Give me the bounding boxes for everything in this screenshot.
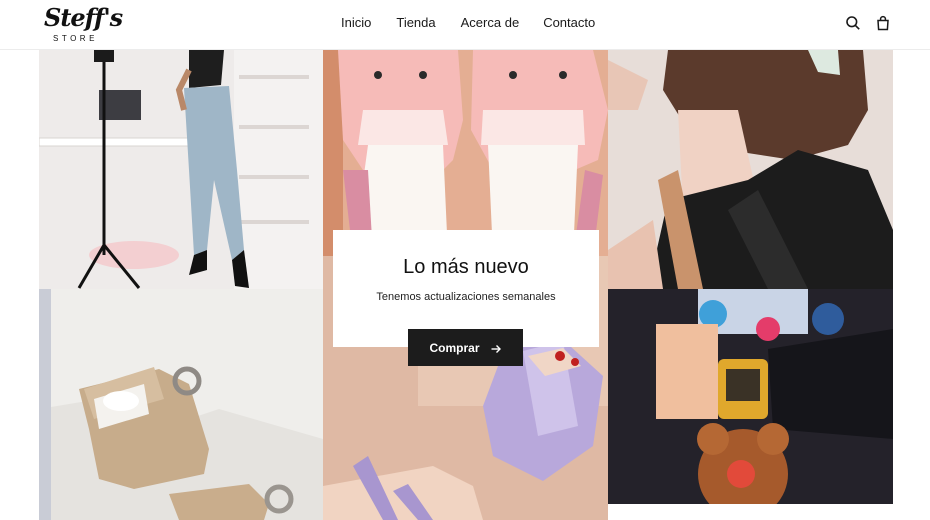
bag-icon[interactable] [875,15,891,31]
store-logo[interactable]: Steff's STORE [44,3,123,45]
site-header: Steff's STORE Inicio Tienda Acerca de Co… [0,0,930,50]
shop-button[interactable]: Comprar [408,329,523,366]
collection-image-hair-clip[interactable] [608,50,893,289]
main-nav: Inicio Tienda Acerca de Contacto [341,15,595,31]
nav-link-acerca-de[interactable]: Acerca de [461,15,520,31]
collection-image-slippers[interactable] [323,50,608,256]
arrow-right-icon [490,342,502,354]
collection-image-airpods-case[interactable] [39,289,323,520]
nav-link-tienda[interactable]: Tienda [396,15,435,31]
shop-button-label: Comprar [429,340,480,355]
nav-link-contacto[interactable]: Contacto [543,15,595,31]
hero-title: Lo más nuevo [403,256,529,278]
search-icon[interactable] [845,15,861,31]
header-actions [845,15,891,31]
hero-subtitle: Tenemos actualizaciones semanales [376,291,556,303]
logo-store-text: STORE [53,34,98,43]
nav-link-inicio[interactable]: Inicio [341,15,371,31]
collection-image-watch[interactable] [608,289,893,504]
logo-script-text: Steff's [44,3,123,32]
collection-image-fashion-desk[interactable] [39,50,323,289]
